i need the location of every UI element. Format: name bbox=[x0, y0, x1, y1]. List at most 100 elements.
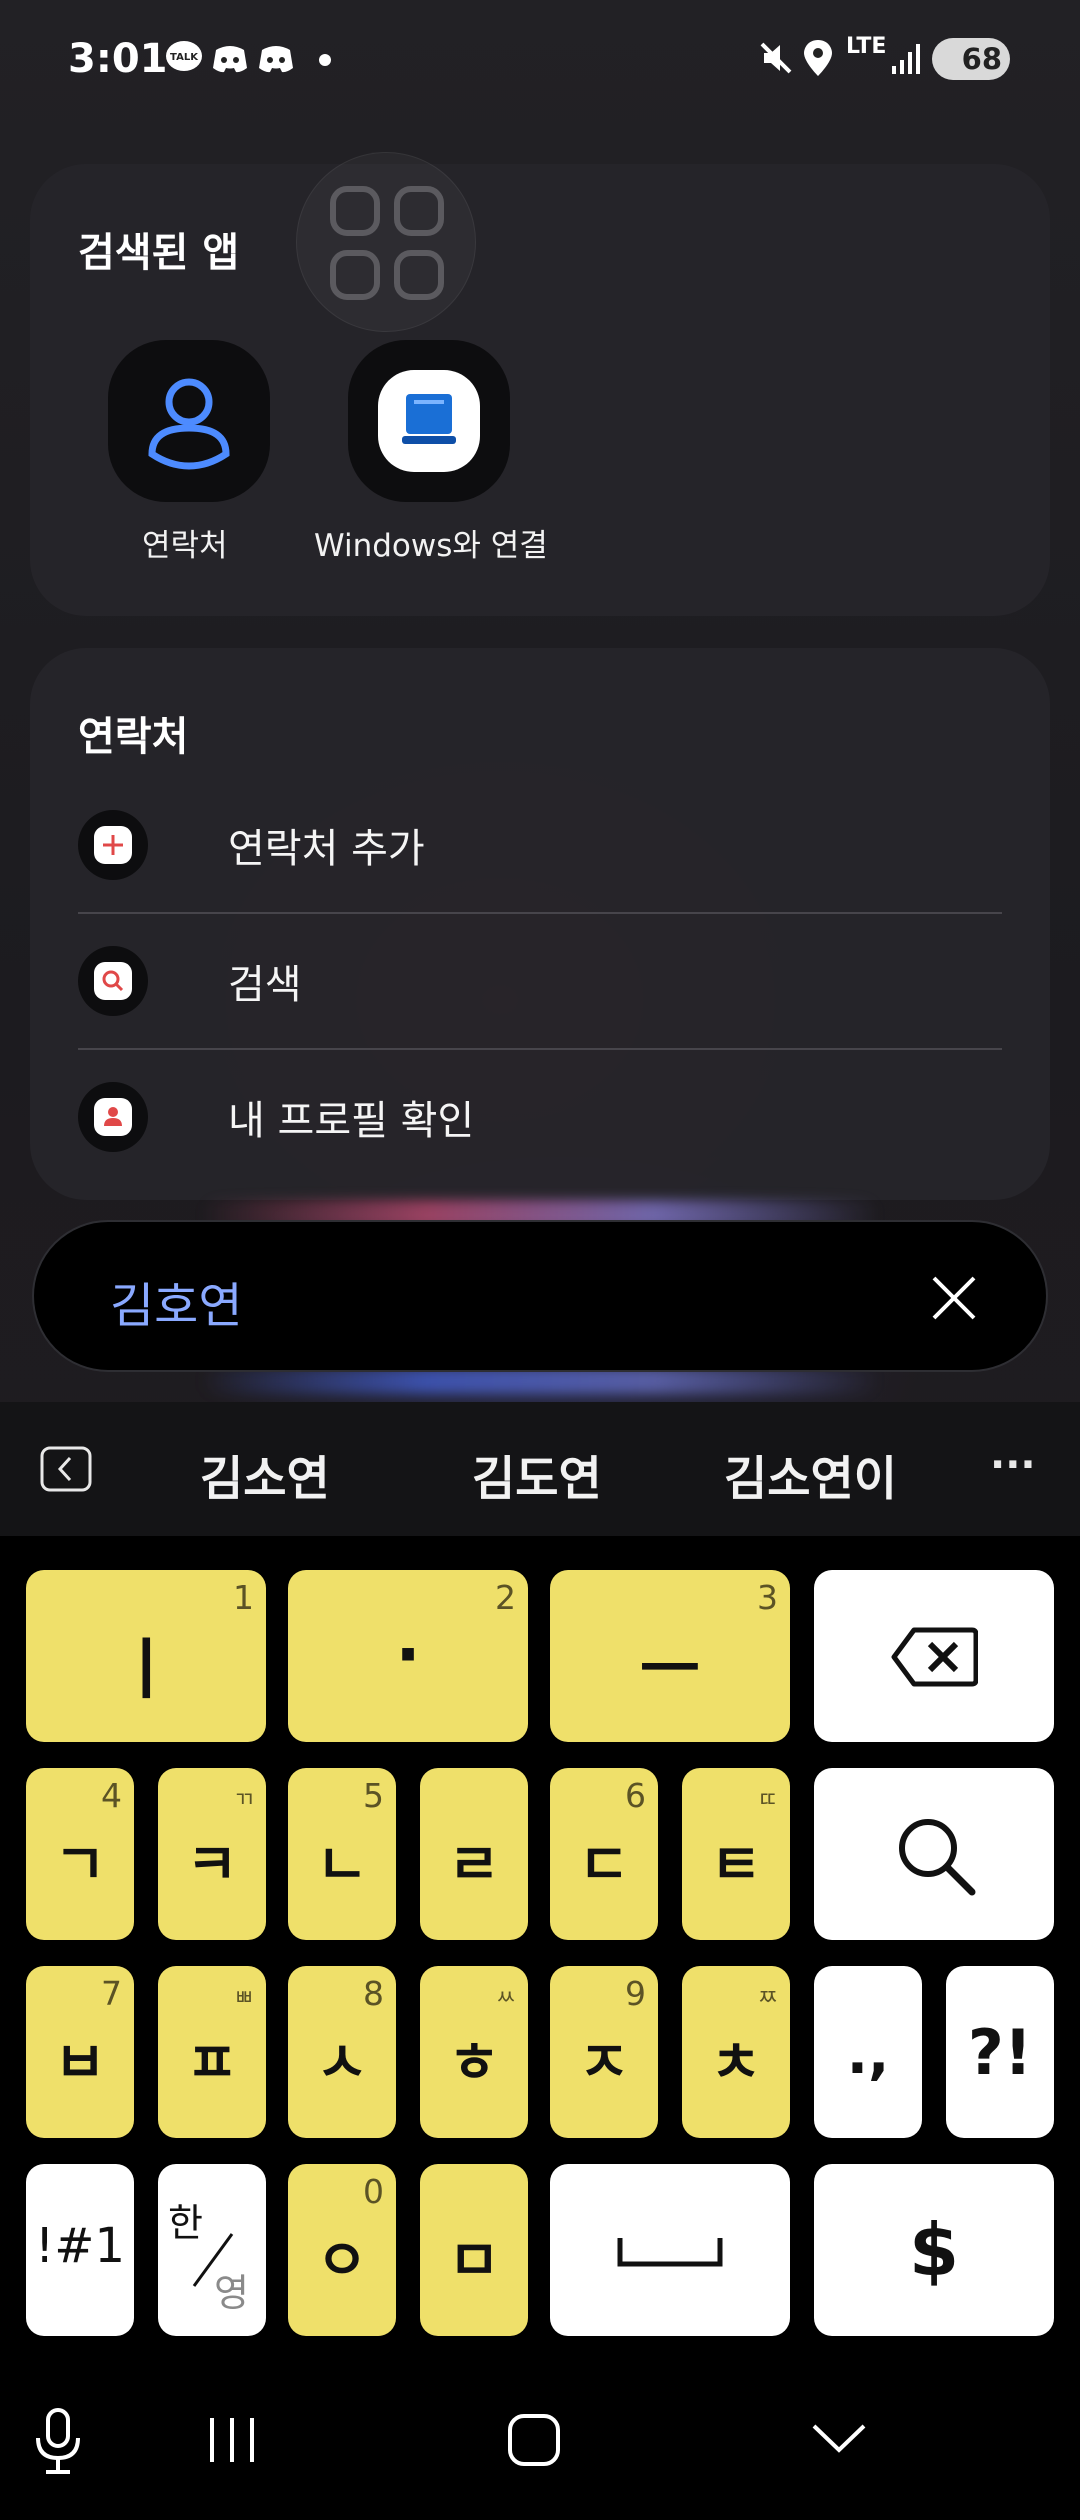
language-switch-key[interactable]: 한 영 bbox=[158, 2164, 266, 2336]
punctuation-key[interactable]: ., bbox=[814, 1966, 922, 2138]
key-consonant[interactable]: ㅊ ㅉ bbox=[682, 1966, 790, 2138]
action-search[interactable]: 검색 bbox=[78, 914, 1002, 1048]
key-main: ㄴ bbox=[316, 1833, 368, 1898]
discord-icon bbox=[256, 38, 296, 82]
suggestion-word[interactable]: 김소연이 bbox=[724, 1440, 897, 1509]
key-sub: 3 bbox=[757, 1578, 778, 1617]
battery-indicator: 68 bbox=[932, 38, 1010, 80]
more-icon[interactable]: ··· bbox=[990, 1442, 1036, 1488]
status-time: 3:01 bbox=[68, 36, 168, 82]
notification-dot-icon bbox=[318, 52, 332, 71]
recent-apps-icon[interactable] bbox=[204, 2414, 260, 2470]
microphone-icon[interactable] bbox=[30, 2406, 86, 2482]
discord-icon bbox=[210, 38, 250, 82]
app-link-to-windows[interactable]: Windows와 연결 bbox=[314, 340, 548, 580]
key-main: ㅂ bbox=[54, 2031, 106, 2096]
key-consonant[interactable]: ㅋ ㄲ bbox=[158, 1768, 266, 1940]
kakaotalk-icon: TALK bbox=[164, 38, 204, 82]
contacts-icon bbox=[108, 340, 270, 502]
key-consonant[interactable]: ㄹ bbox=[420, 1768, 528, 1940]
action-add-contact[interactable]: 연락처 추가 bbox=[78, 778, 1002, 912]
question-exclaim-key[interactable]: ?! bbox=[946, 1966, 1054, 2138]
key-sub: ㄸ bbox=[757, 1788, 778, 1813]
key-main: ㄷ bbox=[578, 1833, 630, 1898]
key-main: ?! bbox=[967, 2016, 1033, 2089]
key-main: ㅁ bbox=[448, 2229, 500, 2294]
key-vowel-dot[interactable]: · 2 bbox=[288, 1570, 528, 1742]
space-key[interactable] bbox=[550, 2164, 790, 2336]
key-consonant[interactable]: ㅇ 0 bbox=[288, 2164, 396, 2336]
status-bar: 3:01 TALK LTE 68 bbox=[0, 0, 1080, 120]
searched-apps-title: 검색된 앱 bbox=[78, 230, 240, 276]
key-sub: ㅆ bbox=[495, 1986, 516, 2011]
clear-icon[interactable] bbox=[928, 1272, 980, 1324]
backspace-button[interactable] bbox=[814, 1570, 1054, 1742]
key-sub: 1 bbox=[233, 1578, 254, 1617]
key-consonant[interactable]: ㄱ 4 bbox=[26, 1768, 134, 1940]
key-main: ㅊ bbox=[710, 2031, 762, 2096]
searched-apps-card: 검색된 앱 연락처 Windows와 연결 bbox=[30, 152, 1050, 616]
key-sub: 5 bbox=[363, 1776, 384, 1815]
key-sub: 6 bbox=[625, 1776, 646, 1815]
key-consonant[interactable]: ㅂ 7 bbox=[26, 1966, 134, 2138]
key-main: ㅣ bbox=[115, 1631, 177, 1708]
key-main: · bbox=[395, 1616, 421, 1693]
contacts-actions-card: 연락처 연락처 추가 검색 내 프로필 확인 bbox=[30, 648, 1050, 1200]
battery-level: 68 bbox=[961, 42, 1002, 76]
app-label: 연락처 bbox=[142, 528, 228, 564]
search-key-button[interactable] bbox=[814, 1768, 1054, 1940]
key-main: ㅎ bbox=[448, 2031, 500, 2096]
backspace-icon bbox=[890, 1626, 979, 1692]
key-sub: 2 bbox=[495, 1578, 516, 1617]
mute-icon bbox=[756, 38, 796, 82]
home-icon[interactable] bbox=[506, 2412, 562, 2472]
key-consonant[interactable]: ㅅ 8 bbox=[288, 1966, 396, 2138]
key-consonant[interactable]: ㄴ 5 bbox=[288, 1768, 396, 1940]
profile-icon bbox=[78, 1082, 148, 1152]
key-main: $ bbox=[908, 2208, 960, 2292]
key-consonant[interactable]: ㅈ 9 bbox=[550, 1966, 658, 2138]
space-icon bbox=[616, 2234, 724, 2274]
contacts-card-title: 연락처 bbox=[78, 714, 189, 760]
key-main: ., bbox=[846, 2022, 890, 2087]
symbols-key[interactable]: !#1 bbox=[26, 2164, 134, 2336]
search-icon bbox=[892, 1812, 978, 1902]
key-consonant[interactable]: ㄷ 6 bbox=[550, 1768, 658, 1940]
suggestion-bar: 김소연 김도연 김소연이 ··· bbox=[0, 1402, 1080, 1536]
back-icon[interactable] bbox=[40, 1446, 92, 1496]
key-sub: 4 bbox=[101, 1776, 122, 1815]
key-consonant[interactable]: ㅎ ㅆ bbox=[420, 1966, 528, 2138]
suggestion-word[interactable]: 김도연 bbox=[472, 1440, 602, 1509]
hide-keyboard-icon[interactable] bbox=[810, 2420, 868, 2460]
action-label: 검색 bbox=[228, 962, 302, 1008]
search-icon bbox=[78, 946, 148, 1016]
key-consonant[interactable]: ㅁ bbox=[420, 2164, 528, 2336]
key-sub: 9 bbox=[625, 1974, 646, 2013]
add-icon bbox=[78, 810, 148, 880]
app-contacts[interactable]: 연락처 bbox=[100, 340, 280, 580]
apps-grid-icon[interactable] bbox=[296, 152, 476, 332]
lang-bottom: 영 bbox=[214, 2271, 249, 2315]
key-consonant[interactable]: ㅍ ㅃ bbox=[158, 1966, 266, 2138]
action-my-profile[interactable]: 내 프로필 확인 bbox=[78, 1050, 1002, 1184]
search-input[interactable]: 김호연 bbox=[110, 1266, 242, 1336]
key-sub: 7 bbox=[101, 1974, 122, 2013]
currency-key[interactable]: $ bbox=[814, 2164, 1054, 2336]
key-consonant[interactable]: ㅌ ㄸ bbox=[682, 1768, 790, 1940]
key-main: ㅇ bbox=[316, 2229, 368, 2294]
key-main: ㅌ bbox=[710, 1833, 762, 1898]
key-vowel-i[interactable]: ㅣ 1 bbox=[26, 1570, 266, 1742]
location-icon bbox=[800, 38, 836, 82]
screen: 3:01 TALK LTE 68 검색된 앱 연락처 Windows와 연결 연… bbox=[0, 0, 1080, 2520]
key-vowel-eu[interactable]: ㅡ 3 bbox=[550, 1570, 790, 1742]
key-sub: 8 bbox=[363, 1974, 384, 2013]
app-label: Windows와 연결 bbox=[314, 528, 548, 564]
key-sub: ㅃ bbox=[233, 1986, 254, 2011]
key-main: ㅋ bbox=[186, 1833, 238, 1898]
key-sub: 0 bbox=[363, 2172, 384, 2211]
signal-icon bbox=[890, 38, 922, 82]
key-main: !#1 bbox=[35, 2218, 125, 2274]
key-main: ㅡ bbox=[639, 1631, 701, 1708]
search-bar[interactable]: 김호연 bbox=[32, 1220, 1048, 1372]
suggestion-word[interactable]: 김소연 bbox=[200, 1440, 330, 1509]
